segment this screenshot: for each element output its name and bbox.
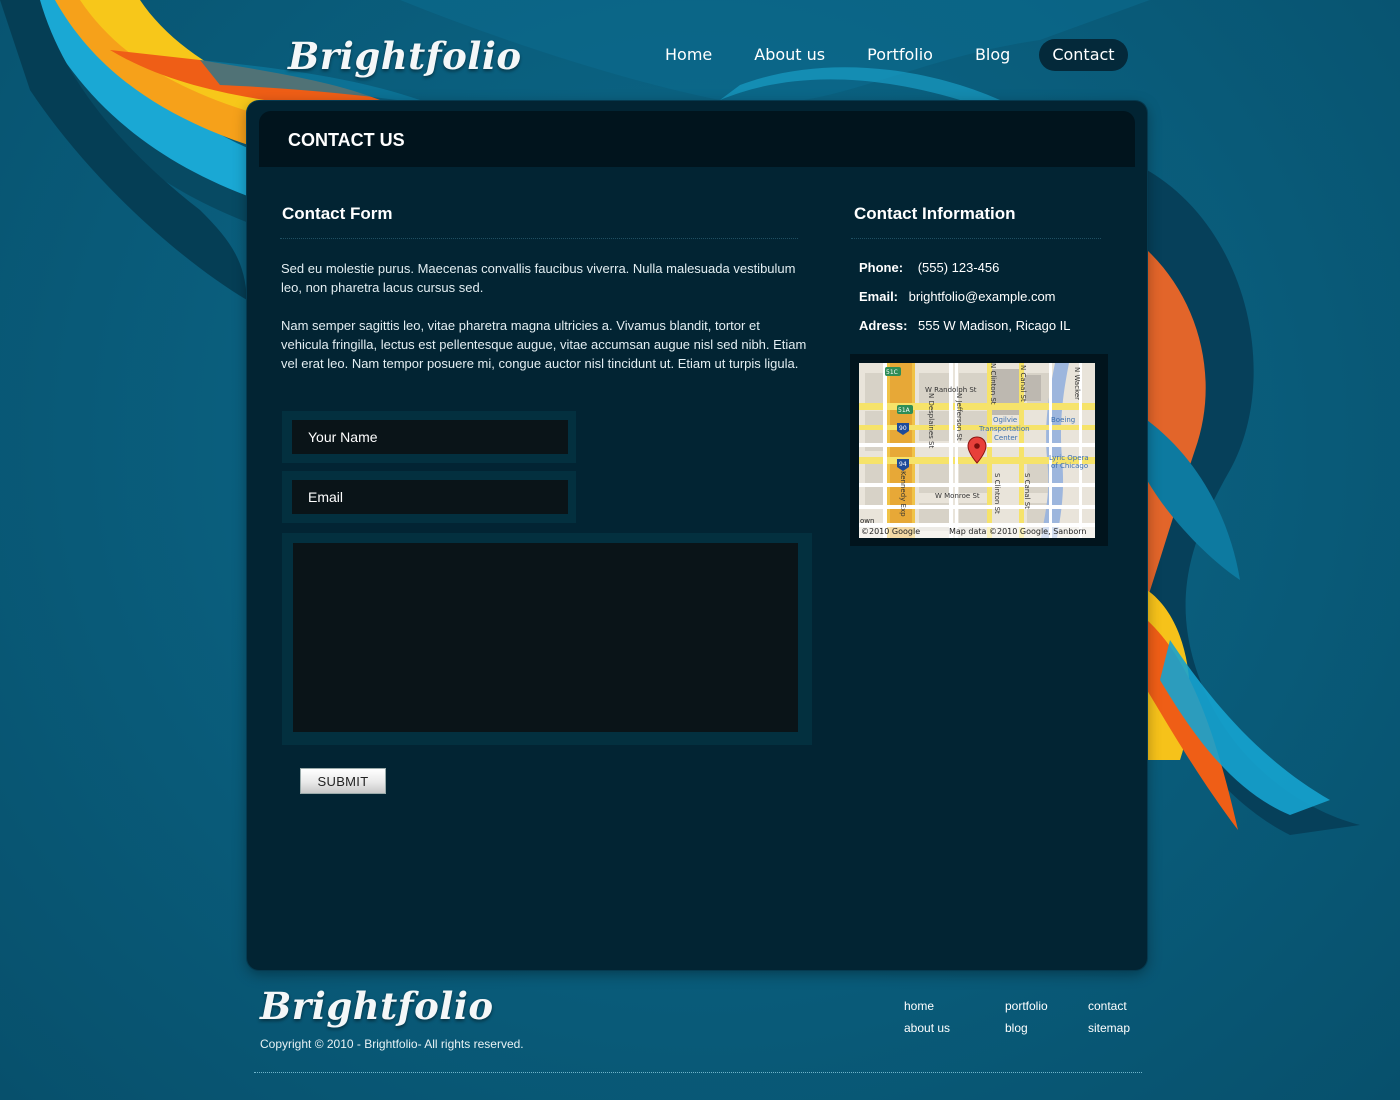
email-input[interactable] xyxy=(292,480,568,514)
intro-paragraph-2: Nam semper sagittis leo, vitae pharetra … xyxy=(281,318,807,371)
svg-text:N Canal St: N Canal St xyxy=(1019,365,1027,402)
nav-home[interactable]: Home xyxy=(652,39,725,71)
footer-link-portfolio[interactable]: portfolio xyxy=(1005,999,1048,1013)
site-logo[interactable]: Brightfolio xyxy=(288,34,522,78)
map-edge-label: own xyxy=(860,517,874,525)
svg-text:N Jefferson St: N Jefferson St xyxy=(955,393,963,441)
copyright-text: Copyright © 2010 - Brightfolio- All righ… xyxy=(260,1037,524,1051)
nav-blog[interactable]: Blog xyxy=(962,39,1023,71)
map-frame: 51C 51A 90 94 W Randolph St W Monroe St … xyxy=(850,354,1108,546)
phone-label: Phone: xyxy=(859,260,904,275)
name-field-frame xyxy=(282,411,576,463)
nav-portfolio[interactable]: Portfolio xyxy=(854,39,946,71)
email-field-frame xyxy=(282,471,576,523)
email-value: brightfolio@example.com xyxy=(908,289,1056,304)
svg-text:Lyric Opera: Lyric Opera xyxy=(1049,454,1089,462)
svg-text:51A: 51A xyxy=(898,407,911,414)
message-textarea[interactable] xyxy=(293,543,798,732)
submit-button[interactable]: SUBMIT xyxy=(300,768,386,794)
message-field-frame xyxy=(282,533,812,745)
intro-paragraph-1: Sed eu molestie purus. Maecenas convalli… xyxy=(281,261,796,295)
svg-text:51C: 51C xyxy=(886,369,898,376)
location-map[interactable]: 51C 51A 90 94 W Randolph St W Monroe St … xyxy=(859,363,1095,538)
footer-link-about-us[interactable]: about us xyxy=(904,1021,950,1035)
svg-text:W Monroe St: W Monroe St xyxy=(935,492,980,500)
email-label: Email: xyxy=(859,289,899,304)
name-input[interactable] xyxy=(292,420,568,454)
phone-value: (555) 123-456 xyxy=(917,260,1000,275)
svg-text:S Canal St: S Canal St xyxy=(1023,473,1031,509)
contact-info-heading: Contact Information xyxy=(854,204,1016,223)
map-data-attribution: Map data ©2010 Google, Sanborn xyxy=(949,527,1086,536)
phone-row: Phone: (555) 123-456 xyxy=(859,260,999,275)
svg-text:Transportation: Transportation xyxy=(978,425,1030,433)
divider xyxy=(851,238,1101,239)
footer-logo[interactable]: Brightfolio xyxy=(260,984,494,1028)
svg-text:90: 90 xyxy=(899,425,907,432)
svg-text:94: 94 xyxy=(899,461,907,468)
footer-link-home[interactable]: home xyxy=(904,999,934,1013)
svg-text:N Clinton St: N Clinton St xyxy=(989,363,997,405)
divider xyxy=(280,238,798,239)
main-nav: Home About us Portfolio Blog Contact xyxy=(652,39,1128,71)
svg-text:N Wacker: N Wacker xyxy=(1073,367,1081,400)
contact-form-heading: Contact Form xyxy=(282,204,393,223)
svg-text:N Desplaines St: N Desplaines St xyxy=(927,393,935,448)
svg-text:S Clinton St: S Clinton St xyxy=(993,473,1001,514)
page-title: CONTACT US xyxy=(288,130,405,150)
nav-contact[interactable]: Contact xyxy=(1039,39,1128,71)
svg-text:Boeing: Boeing xyxy=(1051,416,1075,424)
svg-text:Center: Center xyxy=(994,434,1018,442)
email-row: Email: brightfolio@example.com xyxy=(859,289,1056,304)
content-panel: CONTACT US Contact Form Sed eu molestie … xyxy=(247,101,1147,970)
footer-divider xyxy=(254,1072,1142,1073)
address-label: Adress: xyxy=(859,318,908,333)
footer-link-blog[interactable]: blog xyxy=(1005,1021,1028,1035)
svg-text:Ogilvie: Ogilvie xyxy=(993,416,1017,424)
panel-header: CONTACT US xyxy=(259,111,1135,167)
nav-about-us[interactable]: About us xyxy=(741,39,838,71)
address-value: 555 W Madison, Ricago IL xyxy=(918,318,1071,333)
map-google-attribution: ©2010 Google xyxy=(861,527,920,536)
address-row: Adress: 555 W Madison, Ricago IL xyxy=(859,318,1071,333)
footer-link-sitemap[interactable]: sitemap xyxy=(1088,1021,1130,1035)
svg-text:Kennedy Exp: Kennedy Exp xyxy=(899,471,907,517)
svg-text:of Chicago: of Chicago xyxy=(1051,462,1088,470)
footer-link-contact[interactable]: contact xyxy=(1088,999,1127,1013)
